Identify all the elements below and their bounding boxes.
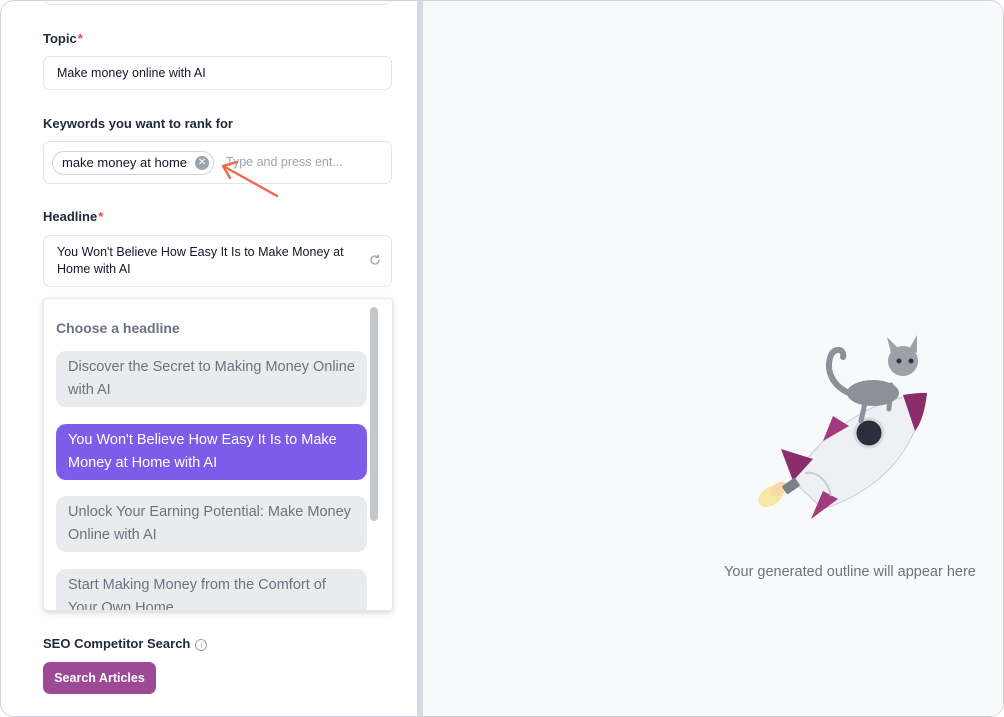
headline-dropdown: Choose a headline Discover the Secret to…	[43, 298, 393, 611]
headline-label: Headline*	[43, 209, 104, 224]
previous-field-edge	[43, 1, 392, 5]
refresh-icon[interactable]	[369, 254, 381, 266]
headline-option-selected[interactable]: You Won't Believe How Easy It Is to Make…	[56, 424, 367, 480]
search-articles-button[interactable]: Search Articles	[43, 662, 156, 694]
headline-option[interactable]: Unlock Your Earning Potential: Make Mone…	[56, 496, 367, 552]
topic-input[interactable]: Make money online with AI	[43, 56, 392, 90]
topic-label: Topic*	[43, 31, 83, 46]
headline-input[interactable]: You Won't Believe How Easy It Is to Make…	[43, 235, 392, 287]
required-marker: *	[98, 209, 104, 224]
outline-form-panel: Topic* Make money online with AI Keyword…	[1, 1, 417, 716]
dropdown-title: Choose a headline	[56, 320, 180, 336]
cat-rocket-illustration	[758, 335, 927, 519]
info-icon[interactable]: i	[195, 639, 208, 651]
headline-value: You Won't Believe How Easy It Is to Make…	[57, 245, 344, 276]
empty-state-message: Your generated outline will appear here	[724, 564, 976, 580]
annotation-arrow-icon	[221, 160, 279, 198]
keyword-chip: make money at home ✕	[52, 151, 215, 175]
keywords-label: Keywords you want to rank for	[43, 116, 233, 131]
app-window: Topic* Make money online with AI Keyword…	[0, 0, 1004, 717]
dropdown-scrollbar[interactable]	[370, 307, 378, 521]
headline-option[interactable]: Start Making Money from the Comfort of Y…	[56, 569, 367, 610]
headline-option[interactable]: Discover the Secret to Making Money Onli…	[56, 351, 367, 407]
seo-competitor-label: SEO Competitor Search i	[43, 636, 208, 651]
required-marker: *	[77, 31, 83, 46]
chip-remove-icon[interactable]: ✕	[195, 156, 210, 170]
keyword-chip-label: make money at home	[62, 155, 188, 170]
outline-preview-panel: Your generated outline will appear here	[423, 1, 1003, 716]
